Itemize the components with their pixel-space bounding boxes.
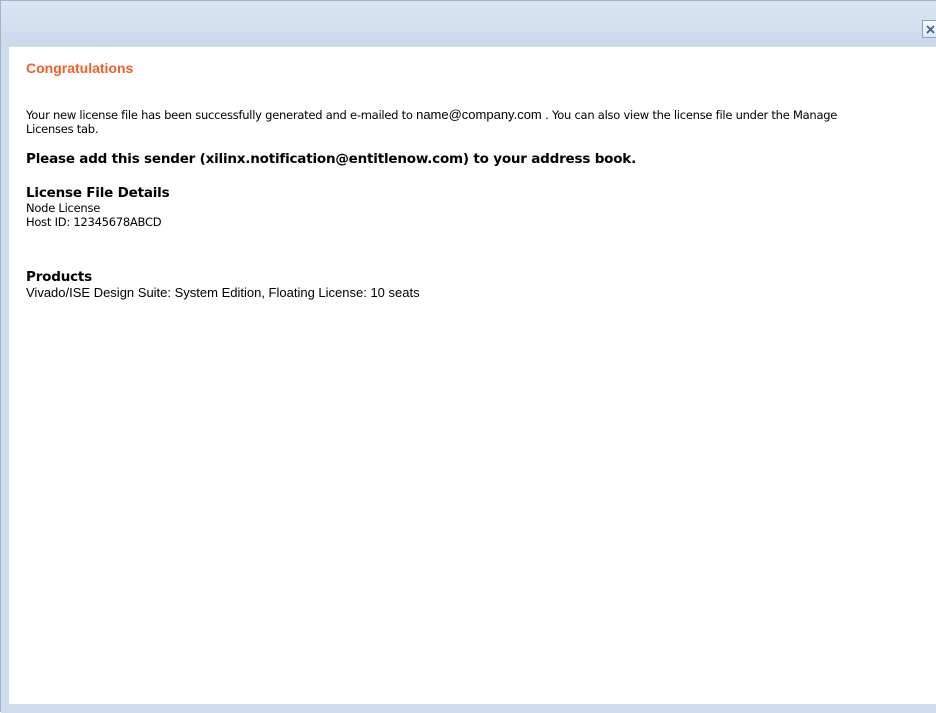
license-details-section: License File Details Node License Host I… <box>26 185 936 229</box>
dialog-content: Congratulations Your new license file ha… <box>9 47 936 704</box>
host-id: Host ID: 12345678ABCD <box>26 215 162 229</box>
sender-notice: Please add this sender (xilinx.notificat… <box>26 151 637 167</box>
close-icon <box>926 25 935 34</box>
close-button[interactable] <box>922 20 936 38</box>
product-item: Vivado/ISE Design Suite: System Edition,… <box>26 285 420 300</box>
message-text-start: Your new license file has been successfu… <box>26 108 417 122</box>
products-section: Products Vivado/ISE Design Suite: System… <box>26 269 936 301</box>
products-title: Products <box>26 269 92 285</box>
success-message: Your new license file has been successfu… <box>26 107 856 137</box>
dialog-titlebar <box>1 1 936 46</box>
congratulations-heading: Congratulations <box>26 60 134 76</box>
recipient-email: name@company.com <box>416 107 542 122</box>
license-details-title: License File Details <box>26 185 170 201</box>
license-dialog: Congratulations Your new license file ha… <box>0 0 936 713</box>
license-type: Node License <box>26 201 101 215</box>
